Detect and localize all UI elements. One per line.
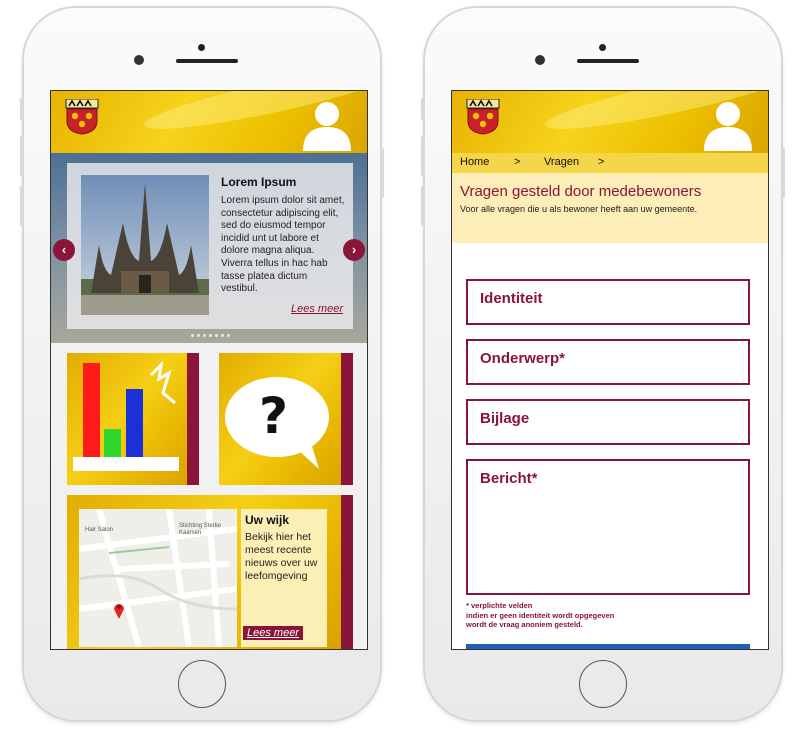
- attachment-label: Bijlage: [480, 410, 530, 427]
- question-mark: ?: [259, 387, 289, 445]
- identity-label: Identiteit: [480, 290, 543, 307]
- question-form-screen: Home > Vragen > Vragen gesteld door mede…: [451, 90, 769, 650]
- slider-dot[interactable]: [203, 334, 206, 337]
- breadcrumb-home-link[interactable]: Home: [460, 156, 489, 168]
- tiles-grid: ? Hair Salon Stichting Sterke Kaarsen Uw…: [51, 343, 367, 649]
- slider-dot[interactable]: [227, 334, 230, 337]
- slider-prev-button[interactable]: ‹: [53, 239, 75, 261]
- app-header: [452, 91, 768, 153]
- phone-home-button[interactable]: [178, 660, 226, 708]
- breadcrumb-separator: >: [598, 156, 605, 168]
- page-subtitle: Voor alle vragen die u als bewoner heeft…: [460, 204, 698, 214]
- message-label: Bericht*: [480, 470, 538, 487]
- user-profile-icon[interactable]: [702, 101, 754, 151]
- slide-read-more-link[interactable]: Lees meer: [291, 303, 343, 315]
- neighbourhood-text: Bekijk hier het meest recente nieuws ove…: [245, 531, 318, 582]
- message-textarea[interactable]: Bericht*: [466, 459, 750, 595]
- slider-pagination[interactable]: [191, 334, 230, 337]
- page-title: Vragen gesteld door medebewoners: [460, 183, 702, 200]
- map-pin-icon: [114, 604, 124, 619]
- municipality-crest-icon[interactable]: [466, 99, 500, 135]
- tile-questions[interactable]: ?: [219, 353, 353, 485]
- slide-photo: [81, 175, 209, 315]
- breadcrumb-separator: >: [514, 156, 521, 168]
- slider-dot[interactable]: [197, 334, 200, 337]
- slider-next-button[interactable]: ›: [343, 239, 365, 261]
- neighbourhood-read-more-link[interactable]: Lees meer: [243, 626, 303, 640]
- map-label: Hair Salon: [85, 527, 114, 533]
- map-preview[interactable]: Hair Salon Stichting Sterke Kaarsen: [79, 509, 237, 647]
- form-notes: * verplichte velden indien er geen ident…: [466, 601, 614, 630]
- slider-dot[interactable]: [191, 334, 194, 337]
- bar-chart-icon: [73, 360, 179, 471]
- anonymous-note: wordt de vraag anoniem gesteld.: [466, 620, 583, 629]
- phone-mute-switch: [20, 98, 24, 120]
- tile-statistics[interactable]: [67, 353, 199, 485]
- phone-mockup-form: Home > Vragen > Vragen gesteld door mede…: [421, 8, 785, 720]
- phone-volume-up: [421, 136, 425, 176]
- subject-label: Onderwerp*: [480, 350, 566, 367]
- slide-card: Lorem Ipsum Lorem ipsum dolor sit amet, …: [67, 163, 353, 329]
- app-header: [51, 91, 367, 153]
- phone-mute-switch: [421, 98, 425, 120]
- slider-dot[interactable]: [221, 334, 224, 337]
- news-slider[interactable]: Lorem Ipsum Lorem ipsum dolor sit amet, …: [51, 153, 367, 343]
- phone-speaker: [176, 59, 238, 63]
- phone-mockup-home: Lorem Ipsum Lorem ipsum dolor sit amet, …: [20, 8, 384, 720]
- attachment-field[interactable]: Bijlage: [466, 399, 750, 445]
- slider-dot[interactable]: [215, 334, 218, 337]
- breadcrumb-current[interactable]: Vragen: [544, 156, 579, 168]
- home-screen: Lorem Ipsum Lorem ipsum dolor sit amet, …: [50, 90, 368, 650]
- phone-volume-down: [421, 186, 425, 226]
- anonymous-note: indien er geen identiteit wordt opgegeve…: [466, 610, 615, 620]
- slide-text: Lorem ipsum dolor sit amet, consectetur …: [221, 195, 345, 295]
- neighbourhood-title: Uw wijk: [245, 513, 290, 527]
- slider-dot[interactable]: [209, 334, 212, 337]
- phone-sensor: [535, 55, 545, 65]
- subject-field[interactable]: Onderwerp*: [466, 339, 750, 385]
- municipality-crest-icon[interactable]: [65, 99, 99, 135]
- required-note: * verplichte velden: [466, 601, 533, 610]
- identity-field[interactable]: Identiteit: [466, 279, 750, 325]
- phone-camera: [599, 44, 606, 51]
- submit-button[interactable]: [466, 644, 750, 649]
- phone-volume-up: [20, 136, 24, 176]
- phone-power-button: [781, 148, 785, 198]
- phone-power-button: [380, 148, 384, 198]
- phone-sensor: [134, 55, 144, 65]
- phone-volume-down: [20, 186, 24, 226]
- slide-title: Lorem Ipsum: [221, 175, 297, 189]
- phone-home-button[interactable]: [579, 660, 627, 708]
- tile-neighbourhood[interactable]: Hair Salon Stichting Sterke Kaarsen Uw w…: [67, 495, 353, 649]
- phone-speaker: [577, 59, 639, 63]
- breadcrumb: Home > Vragen >: [452, 153, 768, 173]
- neighbourhood-card: Uw wijk Bekijk hier het meest recente ni…: [241, 509, 327, 647]
- map-label: Stichting Sterke Kaarsen: [179, 523, 222, 536]
- info-box: Vragen gesteld door medebewoners Voor al…: [452, 173, 768, 243]
- user-profile-icon[interactable]: [301, 101, 353, 151]
- phone-camera: [198, 44, 205, 51]
